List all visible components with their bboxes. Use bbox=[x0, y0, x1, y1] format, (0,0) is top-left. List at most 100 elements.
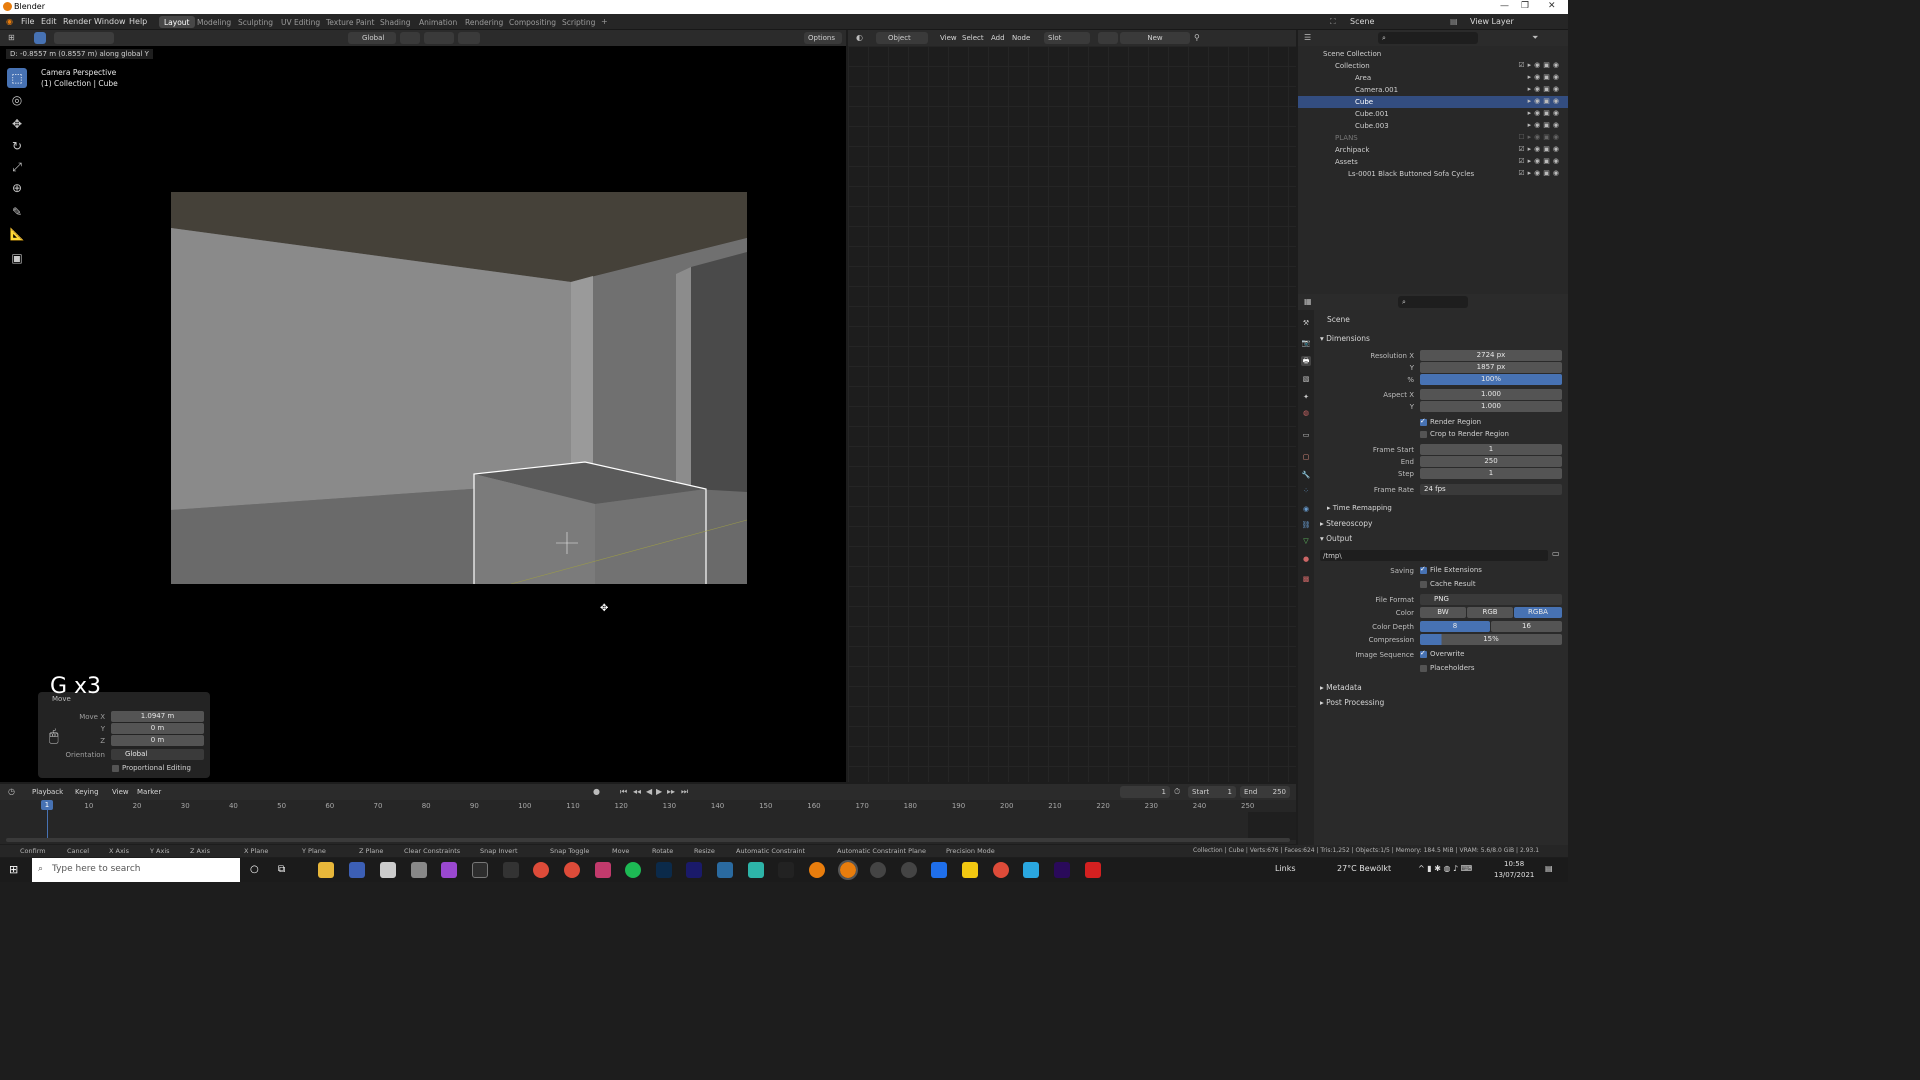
orientation-select[interactable]: Global bbox=[111, 749, 204, 760]
tab-compositing[interactable]: Compositing bbox=[504, 16, 561, 28]
dimensions-section[interactable]: ▾ Dimensions bbox=[1320, 334, 1370, 343]
tab-texture-paint[interactable]: Texture Paint bbox=[321, 16, 379, 28]
material-browse-icon[interactable] bbox=[1098, 32, 1118, 44]
tab-layout[interactable]: Layout bbox=[159, 16, 195, 28]
node-menu-add[interactable]: Add bbox=[991, 34, 1005, 42]
chrome-icon-3[interactable] bbox=[993, 862, 1009, 878]
annotate-tool-icon[interactable]: ✎ bbox=[7, 202, 27, 222]
timeline-view-menu[interactable]: View bbox=[112, 788, 129, 796]
add-workspace-icon[interactable]: + bbox=[601, 17, 608, 26]
node-menu-select[interactable]: Select bbox=[962, 34, 984, 42]
app-icon-2[interactable] bbox=[441, 862, 457, 878]
outliner-row-area[interactable]: Area ▸◉▣◉ bbox=[1298, 72, 1568, 84]
resolution-x-field[interactable]: 2724 px bbox=[1420, 350, 1562, 361]
tool-tab-icon[interactable]: ⚒ bbox=[1301, 318, 1311, 328]
color-rgb-button[interactable]: RGB bbox=[1467, 607, 1513, 618]
marker-menu[interactable]: Marker bbox=[137, 788, 161, 796]
modifier-tab-icon[interactable]: 🔧 bbox=[1301, 470, 1311, 480]
tray-icons[interactable]: ^ ▮ ✱ ◍ ♪ ⌨ bbox=[1418, 864, 1472, 873]
transform-tool-icon[interactable]: ⊕ bbox=[7, 178, 27, 198]
shader-editor-icon[interactable]: ◐ bbox=[856, 33, 863, 42]
file-extensions-checkbox[interactable] bbox=[1420, 565, 1427, 574]
outliner-row-camera[interactable]: Camera.001 ▸◉▣◉ bbox=[1298, 84, 1568, 96]
view-layer-tab-icon[interactable]: ▧ bbox=[1301, 374, 1311, 384]
media-encoder-icon[interactable] bbox=[686, 862, 702, 878]
menu-file[interactable]: File bbox=[21, 17, 34, 26]
time-remapping-section[interactable]: ▸ Time Remapping bbox=[1327, 504, 1392, 512]
properties-type-icon[interactable]: ▦ bbox=[1304, 297, 1312, 306]
tab-modeling[interactable]: Modeling bbox=[192, 16, 236, 28]
clock-time[interactable]: 10:58 bbox=[1504, 860, 1524, 868]
play-reverse-icon[interactable]: ◀ bbox=[646, 787, 652, 796]
placeholders-checkbox[interactable] bbox=[1420, 665, 1427, 672]
new-material-button[interactable]: New bbox=[1120, 32, 1190, 44]
timeline-scrollbar[interactable] bbox=[6, 838, 1290, 842]
visibility-icons[interactable]: ▸◉▣◉ bbox=[1528, 121, 1562, 129]
view-layer-name[interactable]: View Layer bbox=[1470, 17, 1514, 26]
outliner-row-assets[interactable]: Assets ☑▸◉▣◉ bbox=[1298, 156, 1568, 168]
chrome-icon[interactable] bbox=[533, 862, 549, 878]
world-tab-icon[interactable]: ◍ bbox=[1301, 408, 1311, 418]
outliner-search-input[interactable]: ⌕ bbox=[1378, 32, 1478, 44]
outliner-row-cube[interactable]: Cube ▸◉▣◉ bbox=[1298, 96, 1568, 108]
aspect-y-field[interactable]: 1.000 bbox=[1420, 401, 1562, 412]
step-field[interactable]: 1 bbox=[1420, 468, 1562, 479]
photoshop-icon[interactable] bbox=[656, 862, 672, 878]
output-tab-icon[interactable]: 🖶 bbox=[1301, 356, 1311, 366]
scene-name[interactable]: Scene bbox=[1350, 17, 1374, 26]
post-processing-section[interactable]: ▸ Post Processing bbox=[1320, 698, 1384, 707]
frame-end-field[interactable]: 250 bbox=[1420, 456, 1562, 467]
visibility-icons[interactable]: ▸◉▣◉ bbox=[1528, 85, 1562, 93]
crop-checkbox[interactable] bbox=[1420, 431, 1427, 438]
scene-tab-icon[interactable]: ✦ bbox=[1301, 392, 1311, 402]
physics-tab-icon[interactable]: ◉ bbox=[1301, 504, 1311, 514]
visibility-icons[interactable]: ☐▸◉▣◉ bbox=[1518, 133, 1562, 141]
constraints-tab-icon[interactable]: ⛓ bbox=[1301, 520, 1311, 530]
app-icon-5[interactable] bbox=[717, 862, 733, 878]
stereoscopy-section[interactable]: ▸ Stereoscopy bbox=[1320, 519, 1372, 528]
visibility-icons[interactable]: ☑▸◉▣◉ bbox=[1518, 145, 1562, 153]
resolution-y-field[interactable]: 1857 px bbox=[1420, 362, 1562, 373]
acrobat-icon[interactable] bbox=[1085, 862, 1101, 878]
tab-rendering[interactable]: Rendering bbox=[460, 16, 508, 28]
sticky-notes-icon[interactable] bbox=[962, 862, 978, 878]
visibility-icons[interactable]: ☑▸◉▣◉ bbox=[1518, 169, 1562, 177]
overwrite-checkbox[interactable] bbox=[1420, 649, 1427, 658]
move-z-field[interactable]: 0 m bbox=[111, 735, 204, 746]
premiere-icon[interactable] bbox=[1054, 862, 1070, 878]
filter-icon[interactable]: ⏷ bbox=[1532, 33, 1538, 43]
minimize-icon[interactable]: — bbox=[1500, 1, 1509, 11]
resolution-pct-field[interactable]: 100% bbox=[1420, 374, 1562, 385]
next-key-icon[interactable]: ▸▸ bbox=[667, 787, 675, 796]
folder-icon[interactable]: ▭ bbox=[1552, 549, 1560, 558]
snap-icon[interactable] bbox=[424, 32, 454, 44]
move-tool-icon[interactable]: ✥ bbox=[7, 114, 27, 134]
options-button[interactable]: Options bbox=[804, 32, 842, 44]
depth-8-button[interactable]: 8 bbox=[1420, 621, 1490, 632]
visibility-icons[interactable]: ☑▸◉▣◉ bbox=[1518, 157, 1562, 165]
app-icon-4[interactable] bbox=[595, 862, 611, 878]
menu-edit[interactable]: Edit bbox=[41, 17, 57, 26]
tab-shading[interactable]: Shading bbox=[375, 16, 415, 28]
blender-active-icon[interactable] bbox=[838, 860, 858, 880]
outliner-row-sofa[interactable]: Ls-0001 Black Buttoned Sofa Cycles ☑▸◉▣◉ bbox=[1298, 168, 1568, 180]
color-rgba-button[interactable]: RGBA bbox=[1514, 607, 1562, 618]
move-x-field[interactable]: 1.0947 m bbox=[111, 711, 204, 722]
keying-menu[interactable]: Keying bbox=[75, 788, 99, 796]
visibility-icons[interactable]: ▸◉▣◉ bbox=[1528, 73, 1562, 81]
visibility-icons[interactable]: ▸◉▣◉ bbox=[1528, 97, 1562, 105]
app-icon-6[interactable] bbox=[748, 862, 764, 878]
chrome-icon-2[interactable] bbox=[564, 862, 580, 878]
object-tab-icon[interactable]: ▢ bbox=[1301, 452, 1311, 462]
weather-widget[interactable]: 27°C Bewölkt bbox=[1337, 864, 1391, 873]
orientation-dropdown[interactable]: Global bbox=[348, 32, 396, 44]
tab-uv-editing[interactable]: UV Editing bbox=[276, 16, 325, 28]
node-menu-node[interactable]: Node bbox=[1012, 34, 1030, 42]
clock-date[interactable]: 13/07/2021 bbox=[1494, 871, 1534, 879]
properties-search-input[interactable]: ⌕ bbox=[1398, 296, 1468, 308]
proportional-checkbox[interactable] bbox=[112, 765, 119, 772]
links-label[interactable]: Links bbox=[1275, 864, 1296, 873]
outliner-row-scene-collection[interactable]: Scene Collection bbox=[1298, 48, 1568, 60]
menu-render[interactable]: Render bbox=[63, 17, 91, 26]
app-icon-7[interactable] bbox=[778, 862, 794, 878]
